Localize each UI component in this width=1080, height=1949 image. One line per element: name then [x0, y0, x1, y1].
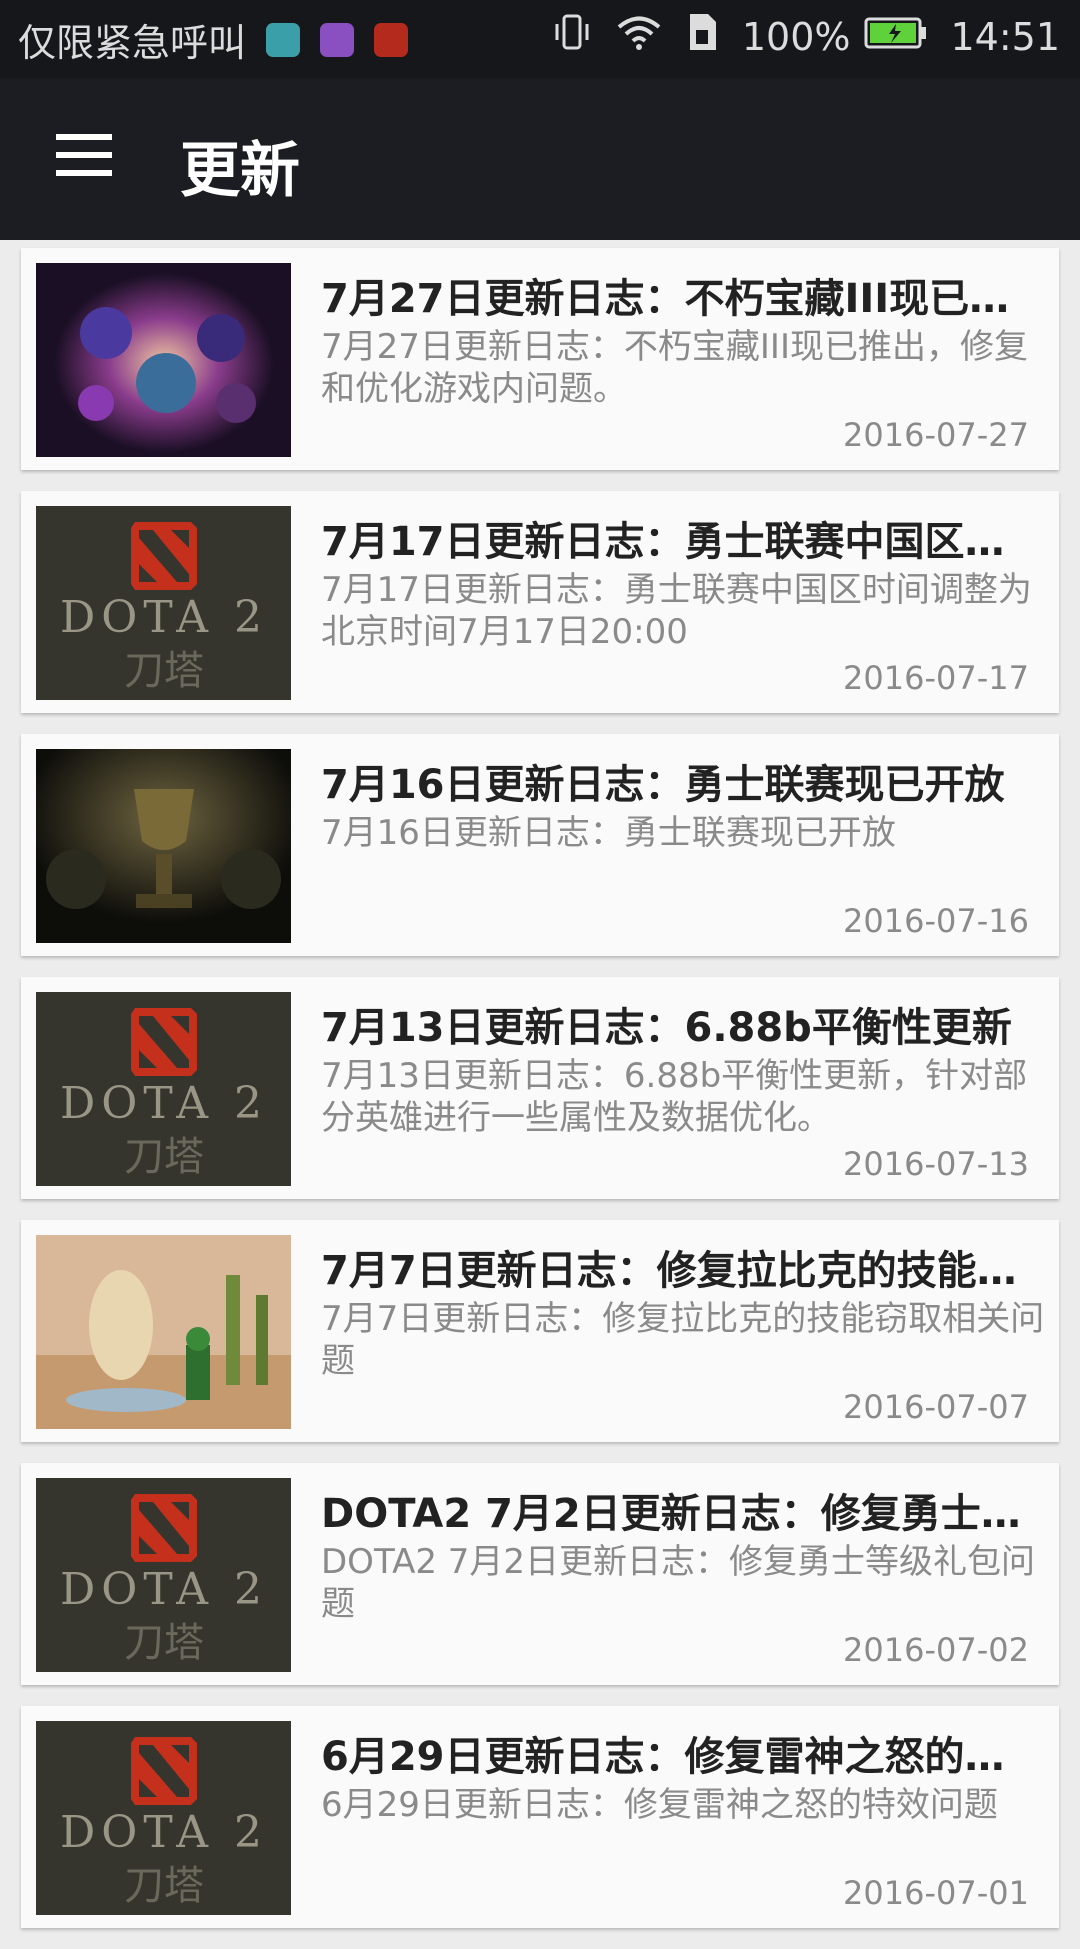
dota2-logo-text: DOTA 2 [60, 1564, 268, 1615]
update-date: 2016-07-16 [843, 902, 1029, 940]
status-left: 仅限紧急呼叫 [18, 12, 409, 67]
page-title: 更新 [180, 136, 300, 206]
update-thumbnail [36, 263, 291, 457]
update-title: 7月17日更新日志：勇士联赛中国区时间调整为北京时间7月17日20:00 [321, 519, 1041, 565]
status-bar: 仅限紧急呼叫 100% 14:51 [0, 0, 1080, 78]
battery-percent: 100% [741, 14, 851, 59]
update-card[interactable]: DOTA 2 刀塔 6月29日更新日志：修复雷神之怒的特效问题 6月29日更新日志… [21, 1706, 1059, 1928]
clock: 14:51 [950, 14, 1060, 59]
update-description: 7月13日更新日志：6.88b平衡性更新，针对部分英雄进行一些属性及数据优化。 [321, 1056, 1028, 1138]
update-card[interactable]: 7月27日更新日志：不朽宝藏III现已推出，修复和优化游戏内问题。 7月27日更新… [21, 248, 1059, 470]
update-description: 7月16日更新日志：勇士联赛现已开放 [321, 813, 896, 853]
update-list: 7月27日更新日志：不朽宝藏III现已推出，修复和优化游戏内问题。 7月27日更新… [21, 248, 1059, 1949]
sim-card-icon [686, 12, 720, 61]
update-card[interactable]: 7月7日更新日志：修复拉比克的技能窃取相关问题 7月7日更新日志：修复拉比克的技能… [21, 1220, 1059, 1442]
android-app-icon [266, 22, 301, 57]
update-title: 7月16日更新日志：勇士联赛现已开放 [321, 762, 1005, 808]
dota2-logo-text: DOTA 2 [60, 1807, 268, 1858]
status-right: 100% 14:51 [552, 12, 1060, 61]
dota2-logo-subtext: 刀塔 [124, 1134, 204, 1180]
update-date: 2016-07-13 [843, 1145, 1029, 1183]
gallery-app-icon [320, 22, 355, 57]
update-card[interactable]: 7月16日更新日志：勇士联赛现已开放 7月16日更新日志：勇士联赛现已开放 2016… [21, 734, 1059, 956]
update-description: 7月7日更新日志：修复拉比克的技能窃取相关问题 [321, 1299, 1045, 1381]
update-title: 7月7日更新日志：修复拉比克的技能窃取相关问题 [321, 1248, 1041, 1294]
update-card[interactable]: DOTA 2 刀塔 7月13日更新日志：6.88b平衡性更新 7月13日更新日志：… [21, 977, 1059, 1199]
dota2-logo-subtext: 刀塔 [124, 648, 204, 694]
update-date: 2016-07-02 [843, 1631, 1029, 1669]
update-card[interactable]: DOTA 2 刀塔 DOTA2 7月2日更新日志：修复勇士等级礼包问题 DOTA2… [21, 1463, 1059, 1685]
hamburger-menu-icon[interactable] [56, 134, 112, 176]
update-thumbnail [36, 1235, 291, 1429]
update-title: 7月27日更新日志：不朽宝藏III现已推出，修复和优化游戏内问题。 [321, 276, 1041, 322]
update-thumbnail: DOTA 2 刀塔 [36, 1478, 291, 1672]
dota2-logo-subtext: 刀塔 [124, 1863, 204, 1909]
update-title: 6月29日更新日志：修复雷神之怒的特效问题 [321, 1734, 1041, 1780]
update-title: DOTA2 7月2日更新日志：修复勇士等级礼包问题 [321, 1491, 1041, 1537]
update-date: 2016-07-07 [843, 1388, 1029, 1426]
dota2-logo-text: DOTA 2 [60, 592, 268, 643]
update-thumbnail: DOTA 2 刀塔 [36, 1721, 291, 1915]
update-thumbnail [36, 749, 291, 943]
update-description: DOTA2 7月2日更新日志：修复勇士等级礼包问题 [321, 1542, 1036, 1624]
update-date: 2016-07-01 [843, 1874, 1029, 1912]
update-thumbnail: DOTA 2 刀塔 [36, 992, 291, 1186]
update-description: 7月27日更新日志：不朽宝藏III现已推出，修复和优化游戏内问题。 [321, 327, 1028, 409]
wifi-icon [614, 12, 664, 61]
update-title: 7月13日更新日志：6.88b平衡性更新 [321, 1005, 1012, 1051]
update-description: 6月29日更新日志：修复雷神之怒的特效问题 [321, 1785, 998, 1825]
update-date: 2016-07-27 [843, 416, 1029, 454]
update-description: 7月17日更新日志：勇士联赛中国区时间调整为北京时间7月17日20:00 [321, 570, 1032, 652]
vibrate-icon [552, 12, 592, 61]
dota2-logo-text: DOTA 2 [60, 1078, 268, 1129]
dota2-logo-subtext: 刀塔 [124, 1620, 204, 1666]
carrier-text: 仅限紧急呼叫 [18, 21, 247, 65]
battery-icon [864, 15, 928, 59]
update-card[interactable]: DOTA 2 刀塔 7月17日更新日志：勇士联赛中国区时间调整为北京时间7月17… [21, 491, 1059, 713]
update-thumbnail: DOTA 2 刀塔 [36, 506, 291, 700]
app-bar: 更新 [0, 78, 1080, 240]
update-date: 2016-07-17 [843, 659, 1029, 697]
dota-app-icon [374, 22, 409, 57]
